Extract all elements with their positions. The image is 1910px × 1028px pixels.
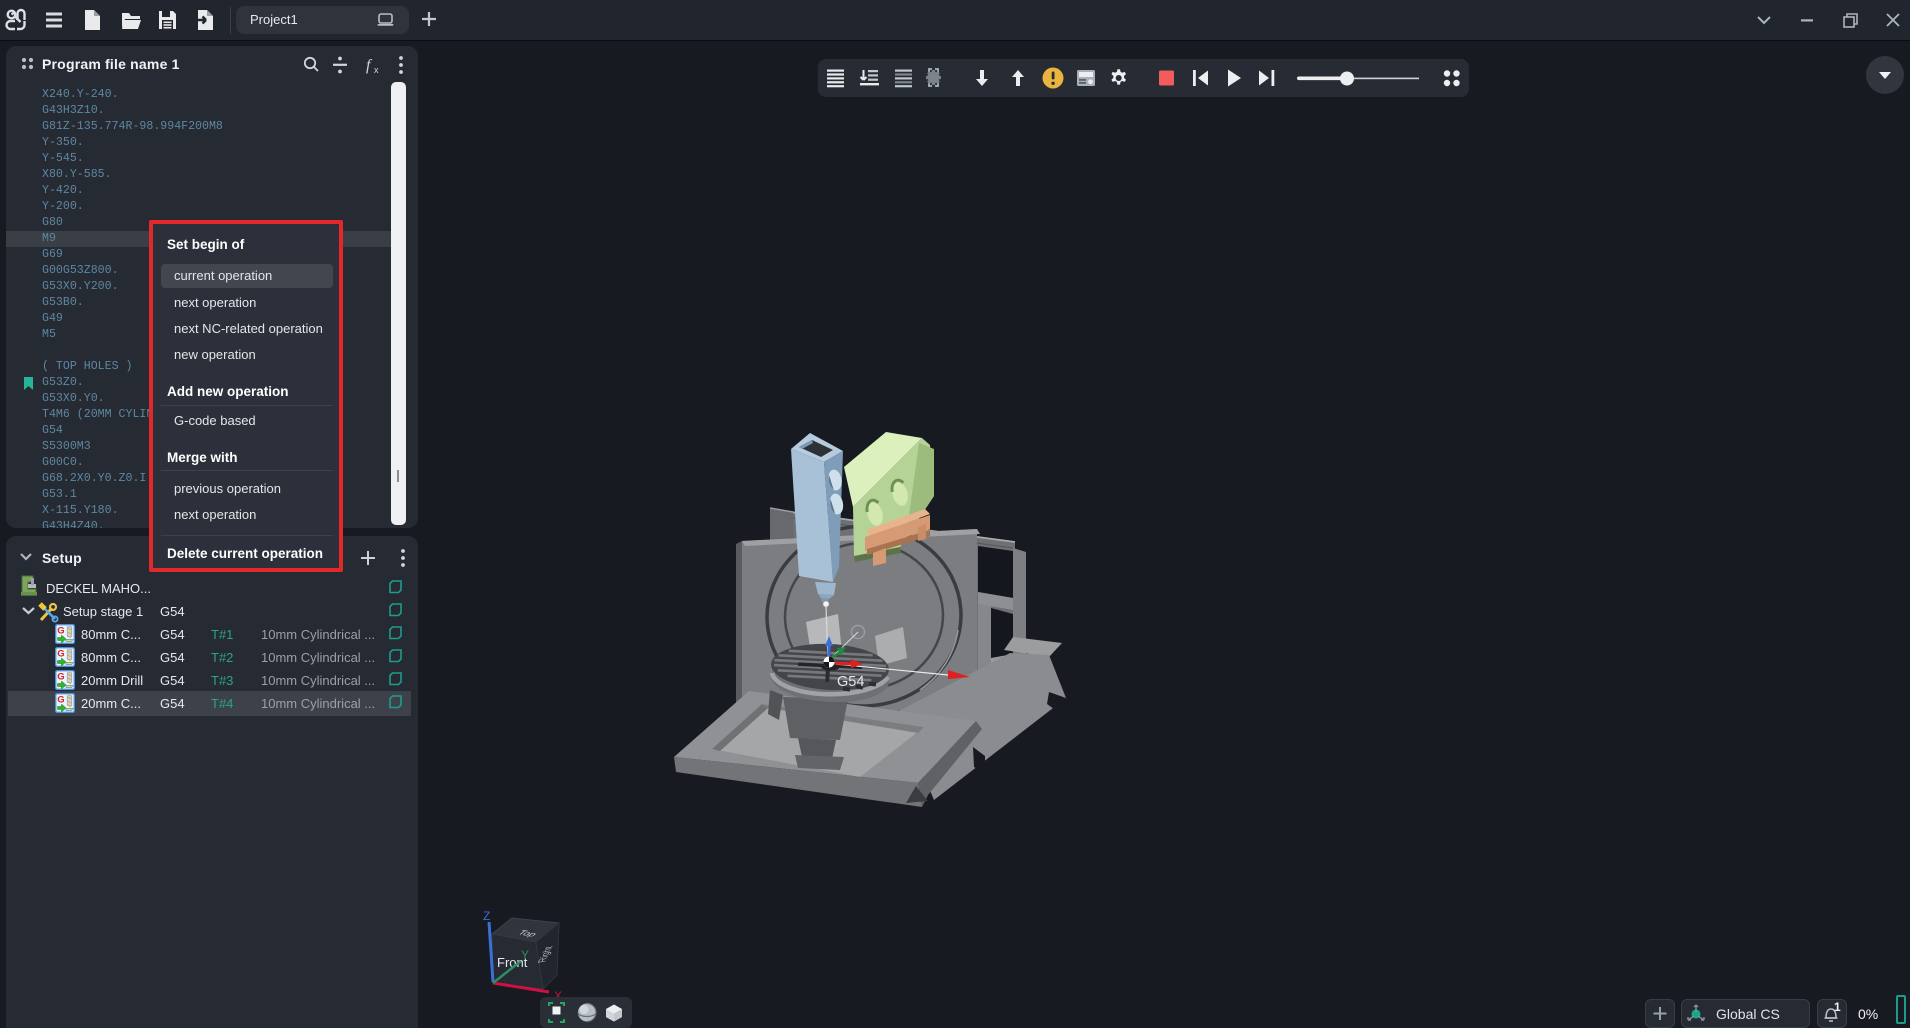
svg-text:x: x	[374, 65, 379, 75]
svg-text:G54: G54	[837, 674, 864, 690]
svg-text:G: G	[57, 626, 64, 637]
svg-text:Z: Z	[483, 909, 490, 923]
svg-text:Y: Y	[521, 948, 529, 962]
svg-text:f: f	[366, 57, 373, 74]
